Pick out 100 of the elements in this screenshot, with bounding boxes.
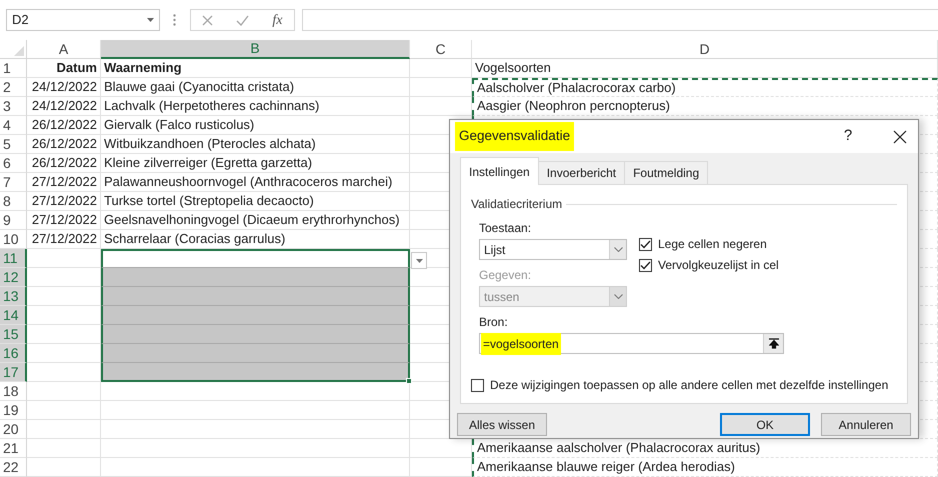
table-cell[interactable]: Palawanneushoornvogel (Anthracoceros marchei) xyxy=(101,173,410,192)
table-cell[interactable]: Datum xyxy=(27,59,101,78)
help-button[interactable]: ? xyxy=(838,125,858,148)
row-header[interactable]: 22 xyxy=(0,458,27,477)
row-header[interactable]: 9 xyxy=(0,211,27,230)
empty-cell[interactable] xyxy=(101,439,410,458)
table-cell[interactable]: Blauwe gaai (Cyanocitta cristata) xyxy=(101,78,410,97)
selected-cell[interactable] xyxy=(101,363,410,382)
row-header[interactable]: 13 xyxy=(0,287,27,306)
row-header[interactable]: 18 xyxy=(0,382,27,401)
checkbox-label[interactable]: Vervolgkeuzelijst in cel xyxy=(658,256,779,274)
row-header[interactable]: 19 xyxy=(0,401,27,420)
ok-button[interactable]: OK xyxy=(720,413,810,436)
table-cell[interactable]: 24/12/2022 xyxy=(27,97,101,116)
selected-cell[interactable] xyxy=(101,306,410,325)
column-header[interactable]: D xyxy=(472,40,938,59)
table-cell[interactable]: Lachvalk (Herpetotheres cachinnans) xyxy=(101,97,410,116)
formula-field[interactable] xyxy=(302,9,938,31)
table-cell[interactable]: 24/12/2022 xyxy=(27,78,101,97)
checkbox[interactable] xyxy=(471,378,484,392)
checkbox-label[interactable]: Deze wijzigingen toepassen op alle andere cellen met dezelfde instellingen xyxy=(490,376,888,394)
table-cell[interactable]: Vogelsoorten xyxy=(472,59,938,78)
table-cell[interactable]: Aalscholver (Phalacrocorax carbo) xyxy=(472,78,938,97)
name-box-text: D2 xyxy=(12,11,29,30)
dropdown-button[interactable] xyxy=(411,252,427,269)
row-header[interactable]: 14 xyxy=(0,306,27,325)
checkbox[interactable] xyxy=(639,258,652,272)
insert-function-button[interactable]: fx xyxy=(272,10,282,30)
table-cell[interactable]: Turkse tortel (Streptopelia decaocto) xyxy=(101,192,410,211)
checkbox[interactable] xyxy=(639,238,652,250)
more-icon[interactable] xyxy=(173,14,176,26)
empty-cell[interactable] xyxy=(101,458,410,477)
table-cell[interactable]: Kleine zilverreiger (Egretta garzetta) xyxy=(101,154,410,173)
caret-icon xyxy=(416,258,422,262)
group-label: Validatiecriterium xyxy=(471,196,562,213)
empty-cell[interactable] xyxy=(101,420,410,439)
row-header[interactable]: 21 xyxy=(0,439,27,458)
empty-cell[interactable] xyxy=(410,78,472,97)
field-label: Toestaan: xyxy=(479,220,532,237)
table-cell[interactable]: 27/12/2022 xyxy=(27,211,101,230)
window-title: Gegevensvalidatie xyxy=(455,122,574,151)
row-header[interactable]: 20 xyxy=(0,420,27,439)
cancel-icon[interactable] xyxy=(202,14,214,26)
caret-icon xyxy=(147,18,154,22)
row-header[interactable]: 4 xyxy=(0,116,27,135)
row-header[interactable]: 10 xyxy=(0,230,27,249)
dialog-button[interactable]: Alles wissen xyxy=(457,413,547,436)
selected-cell[interactable] xyxy=(101,344,410,363)
selected-cell[interactable] xyxy=(101,287,410,306)
dialog-button[interactable]: Annuleren xyxy=(821,413,911,436)
empty-cell[interactable] xyxy=(410,59,472,78)
table-cell[interactable]: 26/12/2022 xyxy=(27,116,101,135)
table-cell[interactable]: 26/12/2022 xyxy=(27,154,101,173)
table-cell[interactable]: 26/12/2022 xyxy=(27,135,101,154)
row-header[interactable]: 12 xyxy=(0,268,27,287)
close-button[interactable] xyxy=(892,128,908,144)
row-header[interactable]: 11 xyxy=(0,249,27,268)
select-all-icon[interactable] xyxy=(14,46,24,56)
close-icon xyxy=(893,130,907,144)
table-cell[interactable]: Geelsnavelhoningvogel (Dicaeum erythrorhynchos) xyxy=(101,211,410,230)
row-header[interactable]: 17 xyxy=(0,363,27,382)
row-header[interactable]: 6 xyxy=(0,154,27,173)
enter-icon[interactable] xyxy=(236,14,250,26)
table-cell[interactable]: Aasgier (Neophron percnopterus) xyxy=(472,97,938,116)
table-cell[interactable]: Witbuikzandhoen (Pterocles alchata) xyxy=(101,135,410,154)
field-label: Gegeven: xyxy=(479,267,532,284)
name-box[interactable]: D2 xyxy=(6,9,160,31)
column-header[interactable]: B xyxy=(101,40,410,59)
empty-cell[interactable] xyxy=(101,382,410,401)
selected-cell[interactable] xyxy=(101,268,410,287)
row-header[interactable]: 16 xyxy=(0,344,27,363)
checkbox-label[interactable]: Lege cellen negeren xyxy=(658,235,767,253)
row-header[interactable]: 3 xyxy=(0,97,27,116)
table-cell[interactable]: 27/12/2022 xyxy=(27,173,101,192)
column-header[interactable]: A xyxy=(27,40,101,59)
row-header[interactable]: 1 xyxy=(0,59,27,78)
collapse-dialog-button[interactable] xyxy=(763,334,783,353)
row-header[interactable]: 15 xyxy=(0,325,27,344)
row-header[interactable]: 8 xyxy=(0,192,27,211)
table-cell[interactable]: Amerikaanse blauwe reiger (Ardea herodias) xyxy=(472,458,938,477)
table-cell[interactable]: Giervalk (Falco rusticolus) xyxy=(101,116,410,135)
allow-dropdown[interactable]: Lijst xyxy=(479,239,627,260)
empty-cell[interactable] xyxy=(410,97,472,116)
row-header[interactable]: 7 xyxy=(0,173,27,192)
tab[interactable]: Instellingen xyxy=(460,157,539,185)
row-header[interactable]: 5 xyxy=(0,135,27,154)
source-field[interactable]: =vogelsoorten xyxy=(479,333,784,354)
fill-handle[interactable] xyxy=(406,378,412,384)
column-header[interactable]: C xyxy=(410,40,472,59)
empty-cell[interactable] xyxy=(101,401,410,420)
empty-cell[interactable] xyxy=(410,458,472,477)
table-cell[interactable]: 27/12/2022 xyxy=(27,230,101,249)
chevron-down-icon xyxy=(614,294,622,299)
table-cell[interactable]: Waarneming xyxy=(101,59,410,78)
selected-cell[interactable] xyxy=(101,325,410,344)
row-header[interactable]: 2 xyxy=(0,78,27,97)
tab[interactable]: Invoerbericht xyxy=(538,161,626,185)
tab[interactable]: Foutmelding xyxy=(625,161,708,185)
table-cell[interactable]: 27/12/2022 xyxy=(27,192,101,211)
chevron-down-icon xyxy=(614,247,622,252)
